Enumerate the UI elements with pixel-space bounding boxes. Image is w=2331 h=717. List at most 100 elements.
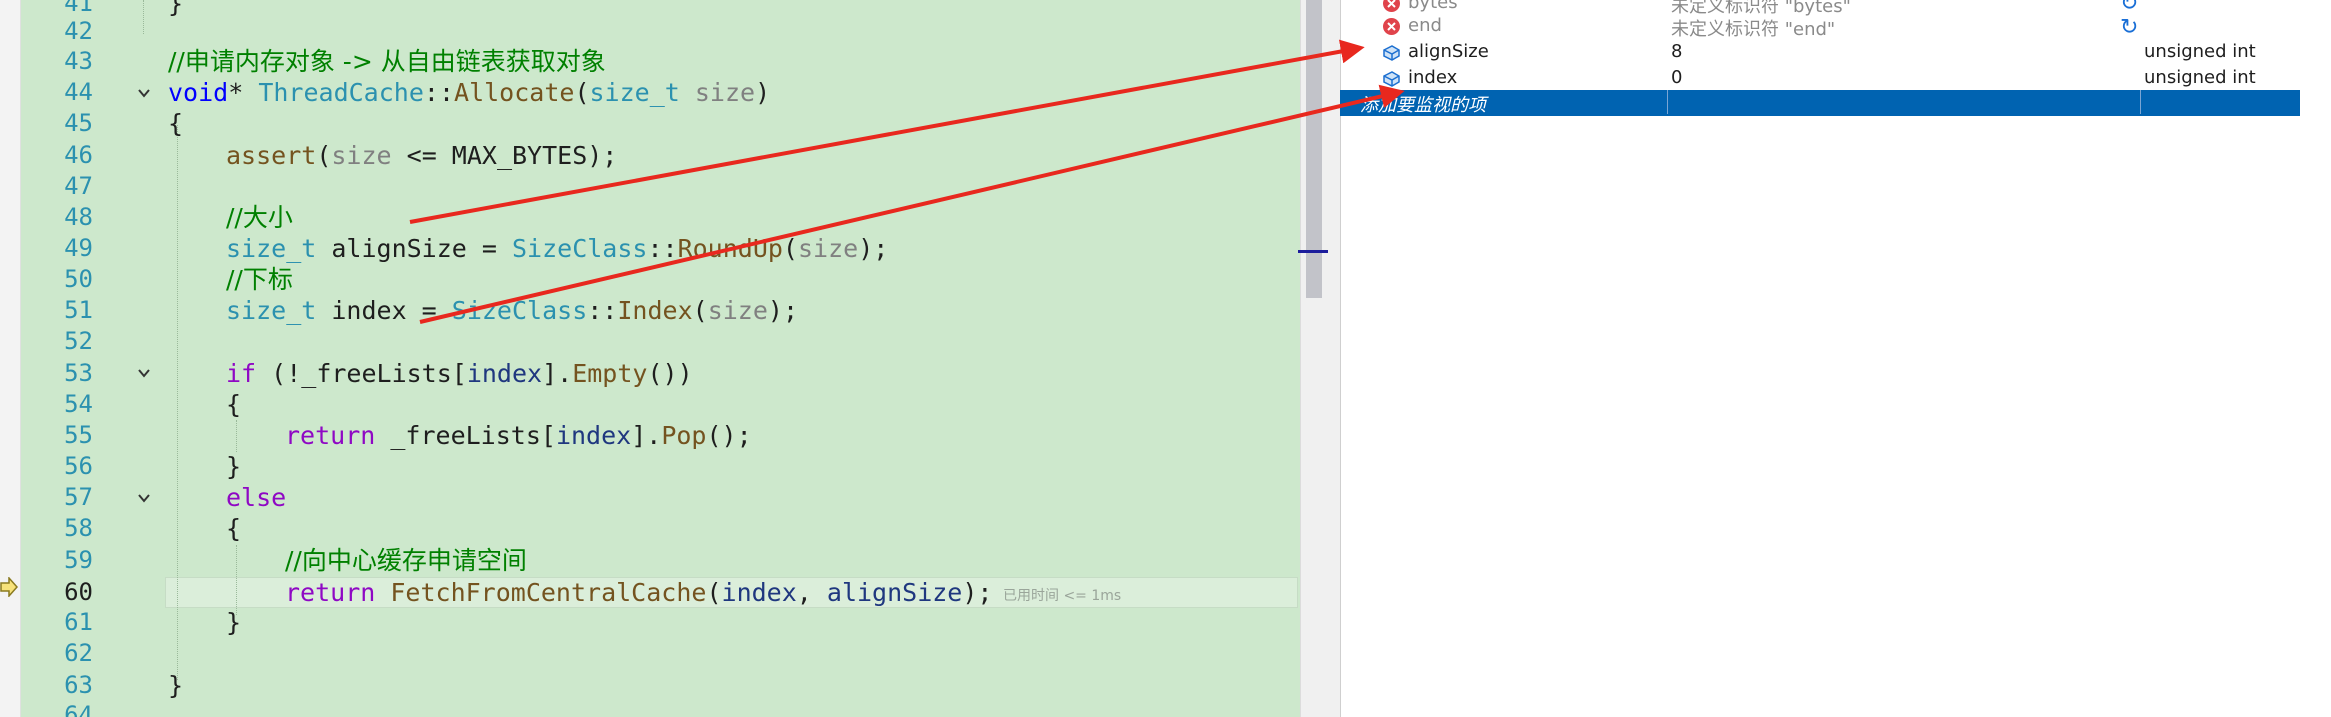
code-brace: { — [168, 109, 184, 138]
elapsed-time-hint[interactable]: 已用时间 <= 1ms — [1003, 585, 1121, 605]
code-keyword: else — [226, 483, 287, 512]
line-number: 58 — [64, 514, 93, 542]
code-token: :: — [587, 296, 618, 325]
code-comment: //大小 — [226, 203, 293, 232]
code-token: ]. — [631, 421, 662, 450]
variable-icon — [1383, 71, 1400, 87]
variable-icon — [1383, 45, 1400, 61]
code-line: //下标 — [226, 264, 293, 295]
code-brace: } — [226, 608, 242, 637]
code-token: :: — [647, 234, 678, 263]
code-line: } — [168, 670, 183, 701]
code-token: ( — [782, 234, 798, 263]
indent-guide — [236, 420, 237, 452]
code-line: { — [168, 108, 183, 139]
code-token: (!_freeLists[ — [256, 359, 467, 388]
code-param: size — [797, 234, 859, 263]
code-param: size — [331, 141, 392, 170]
refresh-icon[interactable]: ↻ — [2120, 15, 2138, 40]
code-function: Allocate — [454, 78, 575, 107]
watch-value: 未定义标识符 "end" — [1671, 19, 1836, 40]
line-number: 47 — [64, 172, 93, 200]
code-token: index = — [316, 296, 452, 325]
watch-name: end — [1408, 15, 1442, 36]
code-type: size_t — [589, 78, 680, 107]
line-number: 53 — [64, 359, 93, 387]
code-token: , — [796, 578, 827, 607]
code-variable: alignSize — [826, 578, 963, 607]
code-line: { — [226, 513, 241, 544]
code-line: } — [168, 0, 183, 19]
code-function: FetchFromCentralCache — [375, 578, 707, 607]
code-type: size_t — [226, 296, 317, 325]
line-number: 52 — [64, 327, 93, 355]
code-brace: } — [226, 452, 242, 481]
code-function: assert — [226, 141, 317, 170]
add-watch-item-placeholder[interactable]: 添加要监视的项 — [1360, 91, 1486, 117]
code-brace: } — [168, 671, 184, 700]
indent-guide — [236, 545, 237, 615]
code-variable: index — [721, 578, 797, 607]
code-line: { — [226, 389, 241, 420]
watch-name: bytes — [1408, 0, 1458, 13]
code-token: alignSize = — [316, 234, 512, 263]
code-line: if (!_freeLists[index].Empty()) — [226, 358, 693, 389]
code-token: ); — [962, 578, 993, 607]
breakpoint-margin[interactable] — [0, 0, 21, 717]
code-token: ()) — [647, 359, 693, 388]
code-line: void* ThreadCache::Allocate(size_t size) — [168, 77, 770, 108]
current-statement-arrow-icon — [0, 577, 18, 597]
code-line: //向中心缓存申请空间 — [285, 545, 527, 576]
code-line: } — [226, 451, 241, 482]
watch-row[interactable]: end 未定义标识符 "end" ↻ — [1340, 14, 2300, 40]
fold-chevron-icon[interactable] — [137, 366, 151, 380]
add-watch-item-row[interactable]: 添加要监视的项 — [1340, 90, 2300, 116]
code-editor[interactable]: 41 42 43 44 45 46 47 48 49 50 51 52 53 5… — [0, 0, 1300, 717]
code-variable: index — [555, 421, 632, 450]
code-line: assert(size <= MAX_BYTES); — [226, 140, 617, 171]
code-function: RoundUp — [677, 234, 783, 263]
line-number: 44 — [64, 78, 93, 106]
code-line: return _freeLists[index].Pop(); — [285, 420, 752, 451]
code-line: } — [226, 607, 241, 638]
code-brace: { — [226, 514, 242, 543]
code-comment: //向中心缓存申请空间 — [285, 546, 527, 575]
watch-value[interactable]: 0 — [1671, 67, 1682, 88]
line-number: 64 — [64, 701, 93, 717]
code-comment: //申请内存对象 -> 从自由链表获取对象 — [168, 47, 606, 76]
line-number: 49 — [64, 234, 93, 262]
watch-name: index — [1408, 67, 1458, 88]
error-icon — [1383, 18, 1400, 35]
code-token: ( — [692, 296, 708, 325]
line-number: 56 — [64, 452, 93, 480]
code-token: ); — [767, 296, 799, 325]
column-separator[interactable] — [1667, 90, 1668, 114]
fold-chevron-icon[interactable] — [137, 86, 151, 100]
code-brace: { — [226, 390, 242, 419]
line-number: 54 — [64, 390, 93, 418]
watch-row[interactable]: alignSize 8 unsigned int — [1340, 40, 2300, 65]
code-token: ); — [858, 234, 889, 263]
code-token: ( — [706, 578, 722, 607]
indent-guide — [143, 0, 144, 34]
code-token: ( — [316, 141, 332, 170]
line-number: 59 — [64, 546, 93, 574]
line-number-current: 60 — [64, 578, 93, 606]
line-number: 50 — [64, 265, 93, 293]
code-function: Index — [617, 296, 693, 325]
watch-row[interactable]: index 0 unsigned int — [1340, 66, 2300, 91]
line-number: 48 — [64, 203, 93, 231]
column-separator[interactable] — [2140, 90, 2141, 114]
code-function: Pop — [661, 421, 707, 450]
code-token: ) — [755, 78, 771, 107]
code-keyword: return — [285, 421, 376, 450]
error-icon — [1383, 0, 1400, 12]
code-keyword: return — [285, 578, 376, 607]
scrollbar-thumb[interactable] — [1306, 0, 1322, 298]
code-param: size — [694, 78, 756, 107]
line-number: 42 — [64, 17, 93, 45]
watch-value[interactable]: 8 — [1671, 41, 1682, 62]
code-line: //申请内存对象 -> 从自由链表获取对象 — [168, 46, 606, 77]
line-number: 55 — [64, 421, 93, 449]
fold-chevron-icon[interactable] — [137, 491, 151, 505]
